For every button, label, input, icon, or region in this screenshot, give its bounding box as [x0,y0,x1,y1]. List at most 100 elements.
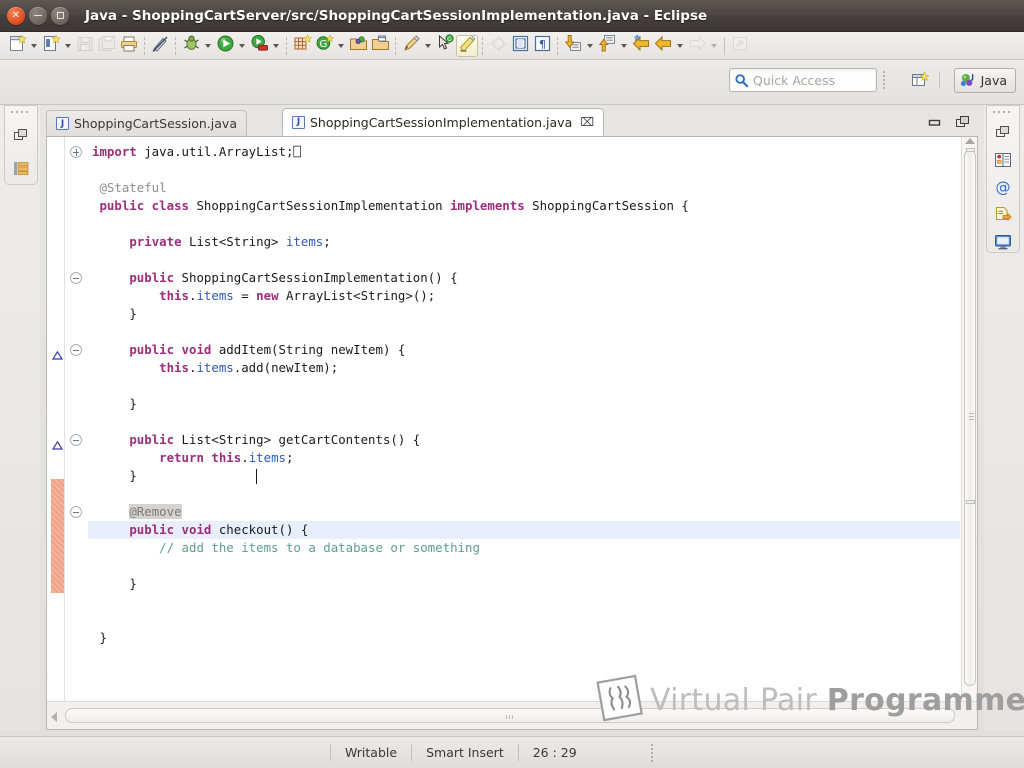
code-line[interactable] [88,251,960,269]
horizontal-scrollbar-thumb[interactable] [65,708,955,723]
chevron-down-icon[interactable] [28,35,40,57]
code-line[interactable]: return this.items; [88,449,960,467]
code-line[interactable] [88,593,960,611]
prev-edit-up-button[interactable] [596,35,618,57]
fold-toggle-minus[interactable] [70,506,82,518]
code-line[interactable]: public class ShoppingCartSessionImplemen… [88,197,960,215]
code-line[interactable]: public void addItem(String newItem) { [88,341,960,359]
scroll-up-icon[interactable] [965,138,975,144]
code-line[interactable]: this.items.add(newItem); [88,359,960,377]
folding-gutter[interactable] [66,137,88,701]
chevron-down-icon[interactable] [270,35,282,57]
code-line[interactable]: this.items = new ArrayList<String>(); [88,287,960,305]
open-task-button[interactable] [369,35,391,57]
code-line[interactable]: @Stateful [88,179,960,197]
maximize-icon[interactable] [51,6,69,25]
code-text-area[interactable]: import java.util.ArrayList;⎕ @Stateful p… [88,137,960,701]
code-line[interactable] [88,413,960,431]
console-monitor-icon[interactable] [991,233,1015,252]
code-line[interactable] [88,557,960,575]
chevron-down-icon[interactable] [674,35,686,57]
back-annotation-button[interactable] [630,33,652,57]
trim-grip[interactable] [993,109,1013,113]
code-line[interactable]: @Remove [88,503,960,521]
new-java-package-button[interactable] [291,34,313,57]
scrollbar-grip [969,413,974,420]
fold-toggle-plus[interactable] [70,146,82,158]
trim-grip[interactable] [11,109,31,114]
close-icon[interactable]: ✕ [7,6,25,25]
vertical-scrollbar-thumb[interactable] [964,150,976,686]
code-line[interactable]: public void checkout() { [88,521,960,539]
code-line[interactable] [88,377,960,395]
code-line[interactable] [88,611,960,629]
back-button[interactable] [652,35,674,57]
restore-icon[interactable] [9,124,33,148]
run-button[interactable] [214,35,236,57]
code-line[interactable]: } [88,575,960,593]
new-wizard-button[interactable] [6,34,28,57]
chevron-down-icon[interactable] [62,35,74,57]
next-edit-down-button[interactable] [562,35,584,57]
open-perspective-icon[interactable] [908,69,932,91]
toolbar-drag-handle[interactable] [882,69,886,91]
code-token: public void [129,342,212,357]
quick-access-input[interactable]: Quick Access [729,68,877,92]
code-line[interactable] [88,161,960,179]
code-line[interactable]: // add the items to a database or someth… [88,539,960,557]
at-sign-icon[interactable]: @ [991,178,1015,197]
package-explorer-icon[interactable] [9,156,33,180]
close-icon[interactable]: ⌧ [580,115,594,129]
chevron-down-icon[interactable] [422,35,434,57]
show-pilcrow-button[interactable]: ¶ [531,35,553,57]
maximize-view-icon[interactable] [956,114,970,133]
overview-marker[interactable] [966,148,975,152]
new-java-class-button[interactable] [40,34,62,57]
chevron-down-icon[interactable] [202,35,214,57]
chevron-down-icon[interactable] [584,35,596,57]
minimize-view-icon[interactable] [928,114,942,133]
print-button[interactable] [118,35,140,57]
code-line[interactable]: import java.util.ArrayList;⎕ [88,143,960,161]
run-on-server-button[interactable] [248,34,270,57]
declaration-icon[interactable] [991,205,1015,224]
status-bar-grip[interactable] [650,743,653,762]
restore-icon[interactable] [991,123,1015,142]
editor-tab-shopping-cart-session[interactable]: J ShoppingCartSession.java [46,110,247,136]
code-line[interactable] [88,485,960,503]
code-line[interactable]: public List<String> getCartContents() { [88,431,960,449]
servers-view-icon[interactable] [991,150,1015,169]
implements-marker-icon[interactable] [51,435,64,450]
overview-marker[interactable] [966,500,975,504]
chevron-down-icon[interactable] [335,35,347,57]
implements-marker-icon[interactable] [51,345,64,360]
code-line[interactable]: } [88,305,960,323]
vertical-scrollbar[interactable] [961,137,977,701]
minimize-icon[interactable] [29,6,47,25]
chevron-down-icon[interactable] [618,35,630,57]
annotation-ruler[interactable] [47,137,65,701]
scroll-left-icon[interactable] [51,712,57,722]
code-line[interactable]: public ShoppingCartSessionImplementation… [88,269,960,287]
chevron-down-icon[interactable] [236,35,248,57]
code-line[interactable]: } [88,467,960,485]
new-annotation-button[interactable]: G [313,34,335,57]
code-line[interactable]: } [88,629,960,647]
open-type-button[interactable] [347,35,369,57]
code-line[interactable]: private List<String> items; [88,233,960,251]
horizontal-scrollbar[interactable] [47,701,977,729]
perspective-java-button[interactable]: Java [953,68,1016,93]
code-line[interactable] [88,215,960,233]
fold-toggle-minus[interactable] [70,272,82,284]
code-line[interactable] [88,323,960,341]
search-button[interactable] [400,35,422,57]
editor-tab-shopping-cart-session-implementation[interactable]: J ShoppingCartSessionImplementation.java… [282,108,605,136]
toggle-mark-occurrences-button[interactable] [149,35,171,57]
next-annotation-button[interactable]: G [434,34,456,57]
fold-toggle-minus[interactable] [70,434,82,446]
debug-button[interactable] [180,35,202,57]
code-line[interactable]: } [88,395,960,413]
fold-toggle-minus[interactable] [70,344,82,356]
toggle-block-selection-button[interactable] [456,34,478,57]
show-source-quick-button[interactable] [509,35,531,57]
